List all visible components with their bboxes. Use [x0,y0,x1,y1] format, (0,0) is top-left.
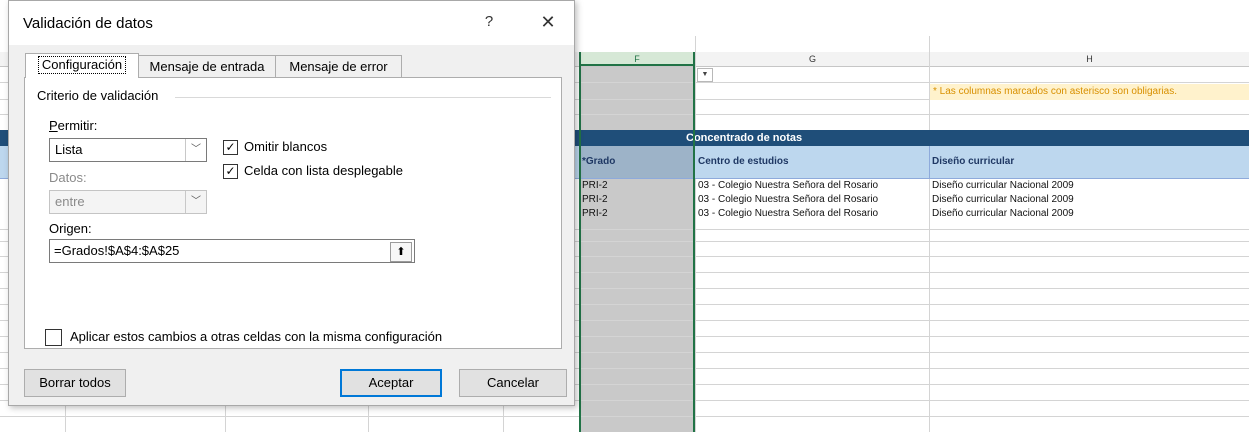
tab-mensaje-error-label: Mensaje de error [289,59,388,74]
cell-centro[interactable]: 03 - Colegio Nuestra Señora del Rosario [698,180,878,192]
settings-panel: Criterio de validación Permitir: Lista ﹀… [24,77,562,349]
tab-configuracion-label: Configuración [37,56,127,74]
cell-dropdown-arrow[interactable]: ▼ [697,68,713,82]
cancelar-button[interactable]: Cancelar [459,369,567,397]
data-validation-dialog: Validación de datos ? ✕ Configuración Me… [8,0,575,406]
aplicar-checkbox[interactable] [45,329,62,346]
datos-label: Datos: [49,170,87,185]
celda-desplegable-checkbox[interactable]: ✓ [223,164,238,179]
datos-select-value: entre [55,194,85,209]
omitir-blancos-label[interactable]: Omitir blancos [244,139,327,154]
header-diseno: Diseño curricular [932,156,1015,167]
column-header-h[interactable]: H [930,52,1249,66]
aplicar-label[interactable]: Aplicar estos cambios a otras celdas con… [70,329,442,344]
cell-centro[interactable]: 03 - Colegio Nuestra Señora del Rosario [698,208,878,220]
required-columns-note: * Las columnas marcados con asterisco so… [930,84,1249,100]
cell-diseno[interactable]: Diseño curricular Nacional 2009 [932,208,1074,220]
group-divider [175,97,551,98]
range-collapse-icon[interactable]: ⬆ [390,242,412,262]
chevron-down-icon: ﹀ [185,139,206,161]
datos-select: entre ﹀ [49,190,207,214]
header-centro: Centro de estudios [698,156,789,167]
tab-configuracion[interactable]: Configuración [25,53,139,78]
help-button[interactable]: ? [479,11,499,33]
borrar-todos-button[interactable]: Borrar todos [24,369,126,397]
group-label: Criterio de validación [37,88,163,103]
tab-mensaje-entrada[interactable]: Mensaje de entrada [138,55,276,77]
permitir-select[interactable]: Lista ﹀ [49,138,207,162]
column-f-selection-border [579,52,695,432]
aceptar-button[interactable]: Aceptar [340,369,442,397]
column-header-g[interactable]: G [696,52,929,66]
origen-input-value: =Grados!$A$4:$A$25 [54,243,180,258]
cell-diseno[interactable]: Diseño curricular Nacional 2009 [932,194,1074,206]
omitir-blancos-checkbox[interactable]: ✓ [223,140,238,155]
cell-centro[interactable]: 03 - Colegio Nuestra Señora del Rosario [698,194,878,206]
permitir-select-value: Lista [55,142,83,157]
table-title: Concentrado de notas [686,132,803,144]
chevron-down-icon: ﹀ [185,191,206,213]
origen-input[interactable]: =Grados!$A$4:$A$25 ⬆ [49,239,415,263]
cell-diseno[interactable]: Diseño curricular Nacional 2009 [932,180,1074,192]
permitir-label: Permitir: [49,118,98,133]
dialog-title: Validación de datos [23,15,153,32]
celda-desplegable-label[interactable]: Celda con lista desplegable [244,163,403,178]
dialog-titlebar[interactable]: Validación de datos ? ✕ [9,1,574,45]
close-button[interactable]: ✕ [537,11,559,33]
tab-mensaje-entrada-label: Mensaje de entrada [149,59,265,74]
origen-label: Origen: [49,221,92,236]
tab-mensaje-error[interactable]: Mensaje de error [275,55,402,77]
